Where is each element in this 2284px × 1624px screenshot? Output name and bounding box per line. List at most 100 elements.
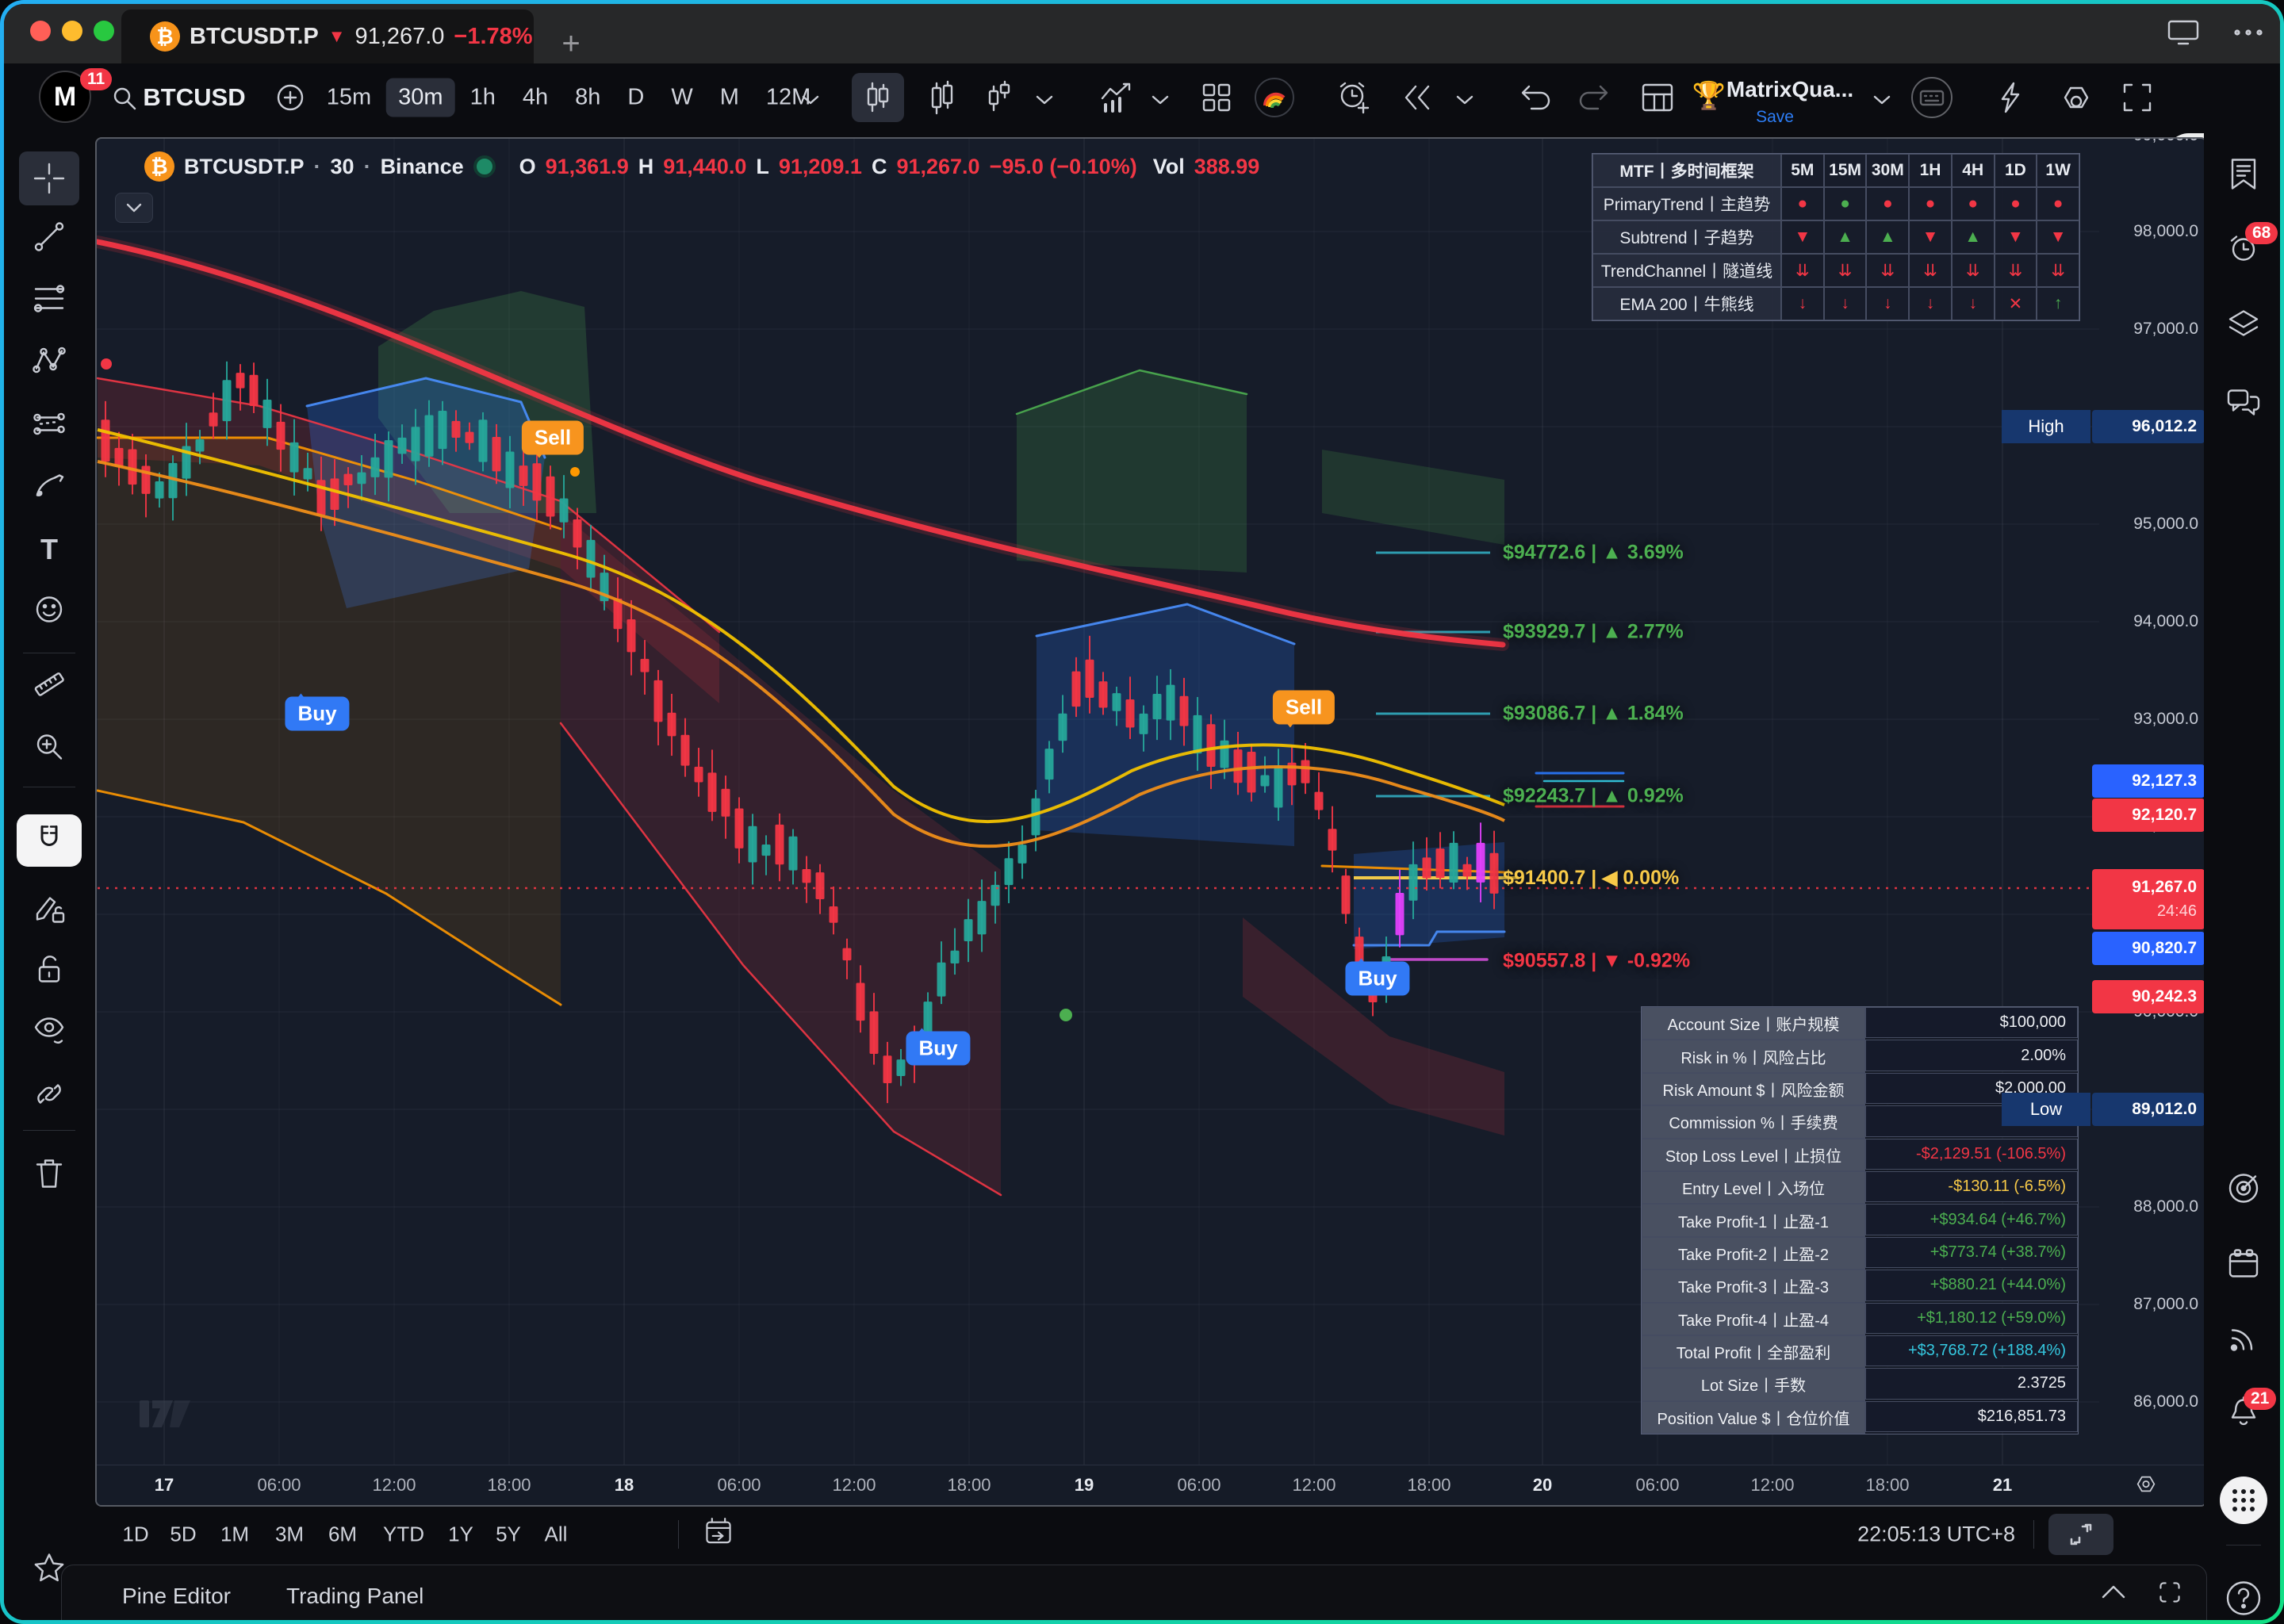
chart-legend[interactable]: ₿ BTCUSDT.P · 30 · Binance O91,361.9 H91… <box>144 151 1259 182</box>
legend-interval[interactable]: 30 <box>331 155 354 179</box>
range-5Y[interactable]: 5Y <box>496 1522 521 1547</box>
sell-signal-marker[interactable]: Sell <box>522 421 584 455</box>
legend-symbol[interactable]: BTCUSDT.P <box>184 155 305 179</box>
time-tick: 18:00 <box>1407 1475 1450 1496</box>
redo-icon[interactable] <box>1576 82 1611 113</box>
help-icon[interactable] <box>2223 1578 2264 1621</box>
mtf-cell: ⇊ <box>1952 254 1995 287</box>
chart-type-chevron-icon[interactable] <box>1034 93 1055 107</box>
fib-tool-icon[interactable] <box>31 282 67 320</box>
save-button[interactable]: Save <box>1756 108 1794 127</box>
quick-actions-icon[interactable] <box>1995 80 2026 115</box>
indicators-icon[interactable] <box>1099 81 1136 114</box>
compare-add-icon[interactable] <box>273 80 308 115</box>
tab-pine-editor[interactable]: Pine Editor <box>122 1584 231 1609</box>
goto-date-icon[interactable] <box>703 1515 734 1554</box>
minimize-window-button[interactable] <box>62 21 82 41</box>
apps-menu-button[interactable] <box>2220 1477 2267 1524</box>
screen-mirror-icon[interactable] <box>2166 18 2201 47</box>
range-1D[interactable]: 1D <box>122 1522 148 1547</box>
watchlist-icon[interactable] <box>2227 156 2260 197</box>
clock-timezone[interactable]: 22:05:13 UTC+8 <box>1857 1522 2015 1547</box>
chart-type-hollow-button[interactable] <box>926 80 958 115</box>
text-tool-icon[interactable]: T <box>40 533 58 566</box>
timeframes-chevron-icon[interactable] <box>800 93 821 107</box>
rainbow-theme-icon[interactable] <box>1254 77 1295 118</box>
sell-signal-marker[interactable]: Sell <box>1273 691 1335 725</box>
hide-drawings-icon[interactable] <box>31 1013 67 1054</box>
panel-expand-chevron-icon[interactable] <box>2100 1583 2127 1604</box>
browser-tab[interactable]: ₿ BTCUSDT.P ▼ 91,267.0 −1.78% <box>121 10 534 63</box>
layout-chevron-icon[interactable] <box>1872 93 1892 107</box>
sync-drawings-icon[interactable] <box>32 1077 67 1116</box>
price-badge: 96,012.2 <box>2092 410 2205 443</box>
remove-drawings-icon[interactable] <box>33 1155 66 1196</box>
fullscreen-icon[interactable] <box>2121 82 2153 113</box>
magnet-icon[interactable] <box>33 822 66 860</box>
replay-chevron-icon[interactable] <box>1454 93 1475 107</box>
market-status-dot[interactable] <box>473 155 496 178</box>
keyboard-icon[interactable] <box>1910 75 1954 120</box>
axis-settings-gear-icon[interactable] <box>2133 1472 2159 1503</box>
timeframe-D[interactable]: D <box>615 79 656 117</box>
crosshair-tool-button[interactable] <box>19 151 79 205</box>
indicator-templates-icon[interactable] <box>1199 80 1234 115</box>
trend-line-tool-icon[interactable] <box>32 220 67 259</box>
range-YTD[interactable]: YTD <box>383 1522 424 1547</box>
projection-tool-icon[interactable] <box>31 407 67 446</box>
timeframe-1h[interactable]: 1h <box>458 79 508 117</box>
layout-name[interactable]: MatrixQua... <box>1726 77 1853 102</box>
zoom-in-tool-icon[interactable] <box>32 730 67 768</box>
object-tree-icon[interactable] <box>2225 308 2262 346</box>
chart-type-candles-button[interactable] <box>852 73 904 122</box>
alert-create-icon[interactable] <box>1335 79 1371 116</box>
range-All[interactable]: All <box>545 1522 568 1547</box>
calendar-icon[interactable] <box>2226 1247 2261 1285</box>
bar-replay-icon[interactable] <box>1401 83 1433 112</box>
settings-gear-icon[interactable] <box>2058 79 2094 116</box>
range-3M[interactable]: 3M <box>275 1522 304 1547</box>
buy-signal-marker[interactable]: Buy <box>906 1032 970 1066</box>
legend-exchange[interactable]: Binance <box>381 155 464 179</box>
chart-type-bars-button[interactable] <box>983 80 1015 115</box>
time-tick: 12:00 <box>832 1475 876 1496</box>
timeframe-8h[interactable]: 8h <box>563 79 612 117</box>
zoom-window-button[interactable] <box>94 21 114 41</box>
more-options-icon[interactable] <box>2232 29 2264 36</box>
new-tab-button[interactable]: + <box>558 33 584 60</box>
tab-trading-panel[interactable]: Trading Panel <box>286 1584 423 1609</box>
timeframe-W[interactable]: W <box>659 79 704 117</box>
range-1Y[interactable]: 1Y <box>448 1522 473 1547</box>
timeframe-M[interactable]: M <box>708 79 751 117</box>
search-icon[interactable] <box>109 82 140 114</box>
layout-grid-icon[interactable] <box>1640 82 1675 113</box>
buy-signal-marker[interactable]: Buy <box>285 697 349 731</box>
lock-drawings-icon[interactable] <box>32 952 67 992</box>
mtf-cell: ▲ <box>1952 220 1995 254</box>
pattern-tool-icon[interactable] <box>31 343 67 382</box>
chart-pane[interactable]: ₿ BTCUSDT.P · 30 · Binance O91,361.9 H91… <box>95 137 2207 1507</box>
timeframe-30m[interactable]: 30m <box>386 79 454 117</box>
indicators-chevron-icon[interactable] <box>1150 93 1171 107</box>
chat-icon[interactable] <box>2225 386 2262 423</box>
buy-signal-marker[interactable]: Buy <box>1345 962 1409 996</box>
scale-mode-button[interactable] <box>2048 1514 2113 1555</box>
timeframe-4h[interactable]: 4h <box>511 79 560 117</box>
legend-collapse-button[interactable] <box>115 193 153 223</box>
symbol-search-button[interactable]: BTCUSD <box>143 83 245 112</box>
brush-tool-icon[interactable] <box>31 469 67 508</box>
live-streams-icon[interactable] <box>2226 1321 2261 1360</box>
undo-icon[interactable] <box>1519 82 1554 113</box>
range-1M[interactable]: 1M <box>220 1522 249 1547</box>
time-axis[interactable]: 1706:0012:0018:001806:0012:0018:001906:0… <box>97 1465 2205 1505</box>
range-6M[interactable]: 6M <box>328 1522 357 1547</box>
range-5D[interactable]: 5D <box>170 1522 196 1547</box>
timeframe-15m[interactable]: 15m <box>315 79 383 117</box>
screener-radar-icon[interactable] <box>2225 1170 2262 1211</box>
panel-maximize-icon[interactable] <box>2157 1580 2182 1609</box>
drawing-edit-lock-icon[interactable] <box>31 891 67 931</box>
close-window-button[interactable] <box>30 21 51 41</box>
measure-tool-icon[interactable] <box>31 667 67 706</box>
time-tick: 06:00 <box>1177 1475 1221 1496</box>
emoji-tool-icon[interactable] <box>32 592 67 631</box>
